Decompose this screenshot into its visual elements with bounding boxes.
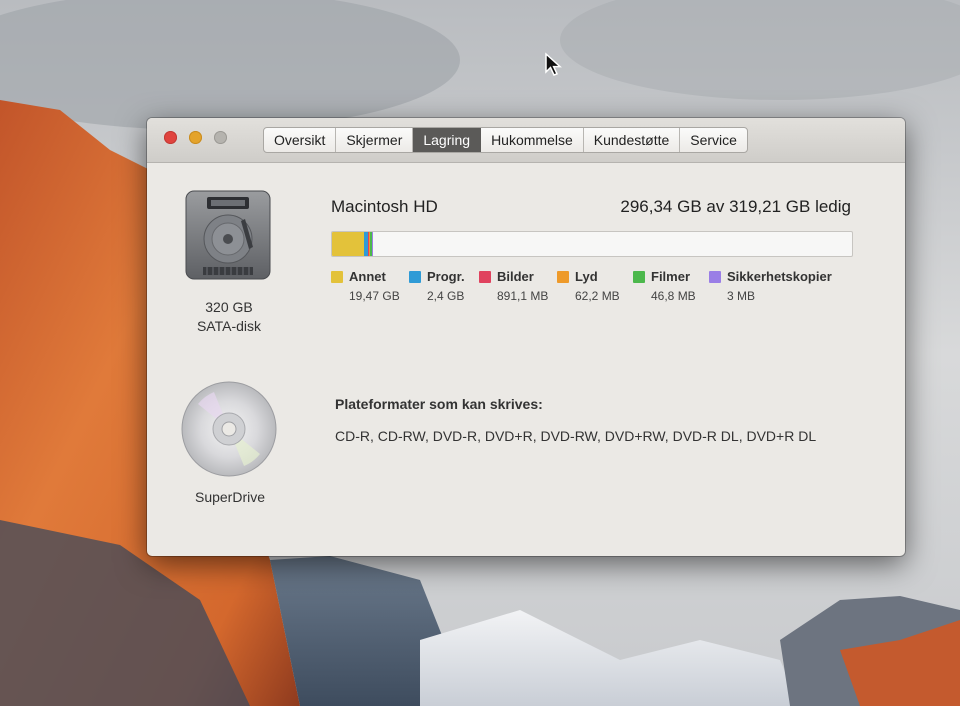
tab-bar: Oversikt Skjermer Lagring Hukommelse Kun… xyxy=(263,127,748,153)
legend-value: 2,4 GB xyxy=(427,289,465,303)
disk-name: Macintosh HD xyxy=(331,197,438,216)
mouse-cursor-icon xyxy=(545,52,562,76)
legend-value: 62,2 MB xyxy=(575,289,620,303)
about-this-mac-window: Oversikt Skjermer Lagring Hukommelse Kun… xyxy=(147,118,905,556)
legend-value: 19,47 GB xyxy=(349,289,400,303)
swatch-other xyxy=(331,270,343,283)
swatch-apps xyxy=(409,270,421,283)
legend-label: Sikkerhetskopier xyxy=(727,269,832,284)
swatch-photos xyxy=(479,270,491,283)
title-bar: Oversikt Skjermer Lagring Hukommelse Kun… xyxy=(147,118,905,163)
hard-drive-type: SATA-disk xyxy=(196,318,262,334)
disk-free-space: 296,34 GB av 319,21 GB ledig xyxy=(620,197,851,216)
hard-drive-icon xyxy=(185,190,271,280)
zoom-window-button[interactable] xyxy=(214,131,227,144)
legend-item: Lyd 62,2 MB xyxy=(557,269,633,303)
legend-value: 891,1 MB xyxy=(497,289,549,303)
swatch-audio xyxy=(557,270,569,283)
storage-usage-bar xyxy=(331,231,853,257)
legend-label: Filmer xyxy=(651,269,691,284)
tab-storage[interactable]: Lagring xyxy=(413,128,482,152)
tab-service[interactable]: Service xyxy=(680,128,747,152)
usage-segment xyxy=(332,232,364,256)
optical-drive-label: SuperDrive xyxy=(194,489,266,505)
legend-label: Lyd xyxy=(575,269,598,284)
hard-drive-size: 320 GB xyxy=(205,299,253,315)
tab-displays[interactable]: Skjermer xyxy=(336,128,414,152)
legend-value: 46,8 MB xyxy=(651,289,696,303)
legend-label: Bilder xyxy=(497,269,534,284)
legend-value: 3 MB xyxy=(727,289,756,303)
swatch-backups xyxy=(709,270,721,283)
close-window-button[interactable] xyxy=(164,131,177,144)
legend-item: Bilder 891,1 MB xyxy=(479,269,557,303)
legend-label: Progr. xyxy=(427,269,465,284)
legend-item: Annet 19,47 GB xyxy=(331,269,409,303)
writable-formats-title: Plateformater som kan skrives: xyxy=(335,396,543,412)
minimize-window-button[interactable] xyxy=(189,131,202,144)
legend-item: Filmer 46,8 MB xyxy=(633,269,709,303)
legend-item: Progr. 2,4 GB xyxy=(409,269,479,303)
usage-segment xyxy=(371,232,373,256)
writable-formats-list: CD-R, CD-RW, DVD-R, DVD+R, DVD-RW, DVD+R… xyxy=(335,428,817,444)
tab-support[interactable]: Kundestøtte xyxy=(584,128,681,152)
tab-overview[interactable]: Oversikt xyxy=(264,128,337,152)
swatch-movies xyxy=(633,270,645,283)
legend-item: Sikkerhetskopier 3 MB xyxy=(709,269,859,303)
storage-legend: Annet 19,47 GB Progr. 2,4 GB Bilder 891,… xyxy=(331,269,859,303)
tab-memory[interactable]: Hukommelse xyxy=(481,128,584,152)
legend-label: Annet xyxy=(349,269,386,284)
optical-disc-icon xyxy=(181,381,277,477)
storage-panel: 320 GB SATA-disk SuperDrive Macintosh HD… xyxy=(147,163,905,556)
